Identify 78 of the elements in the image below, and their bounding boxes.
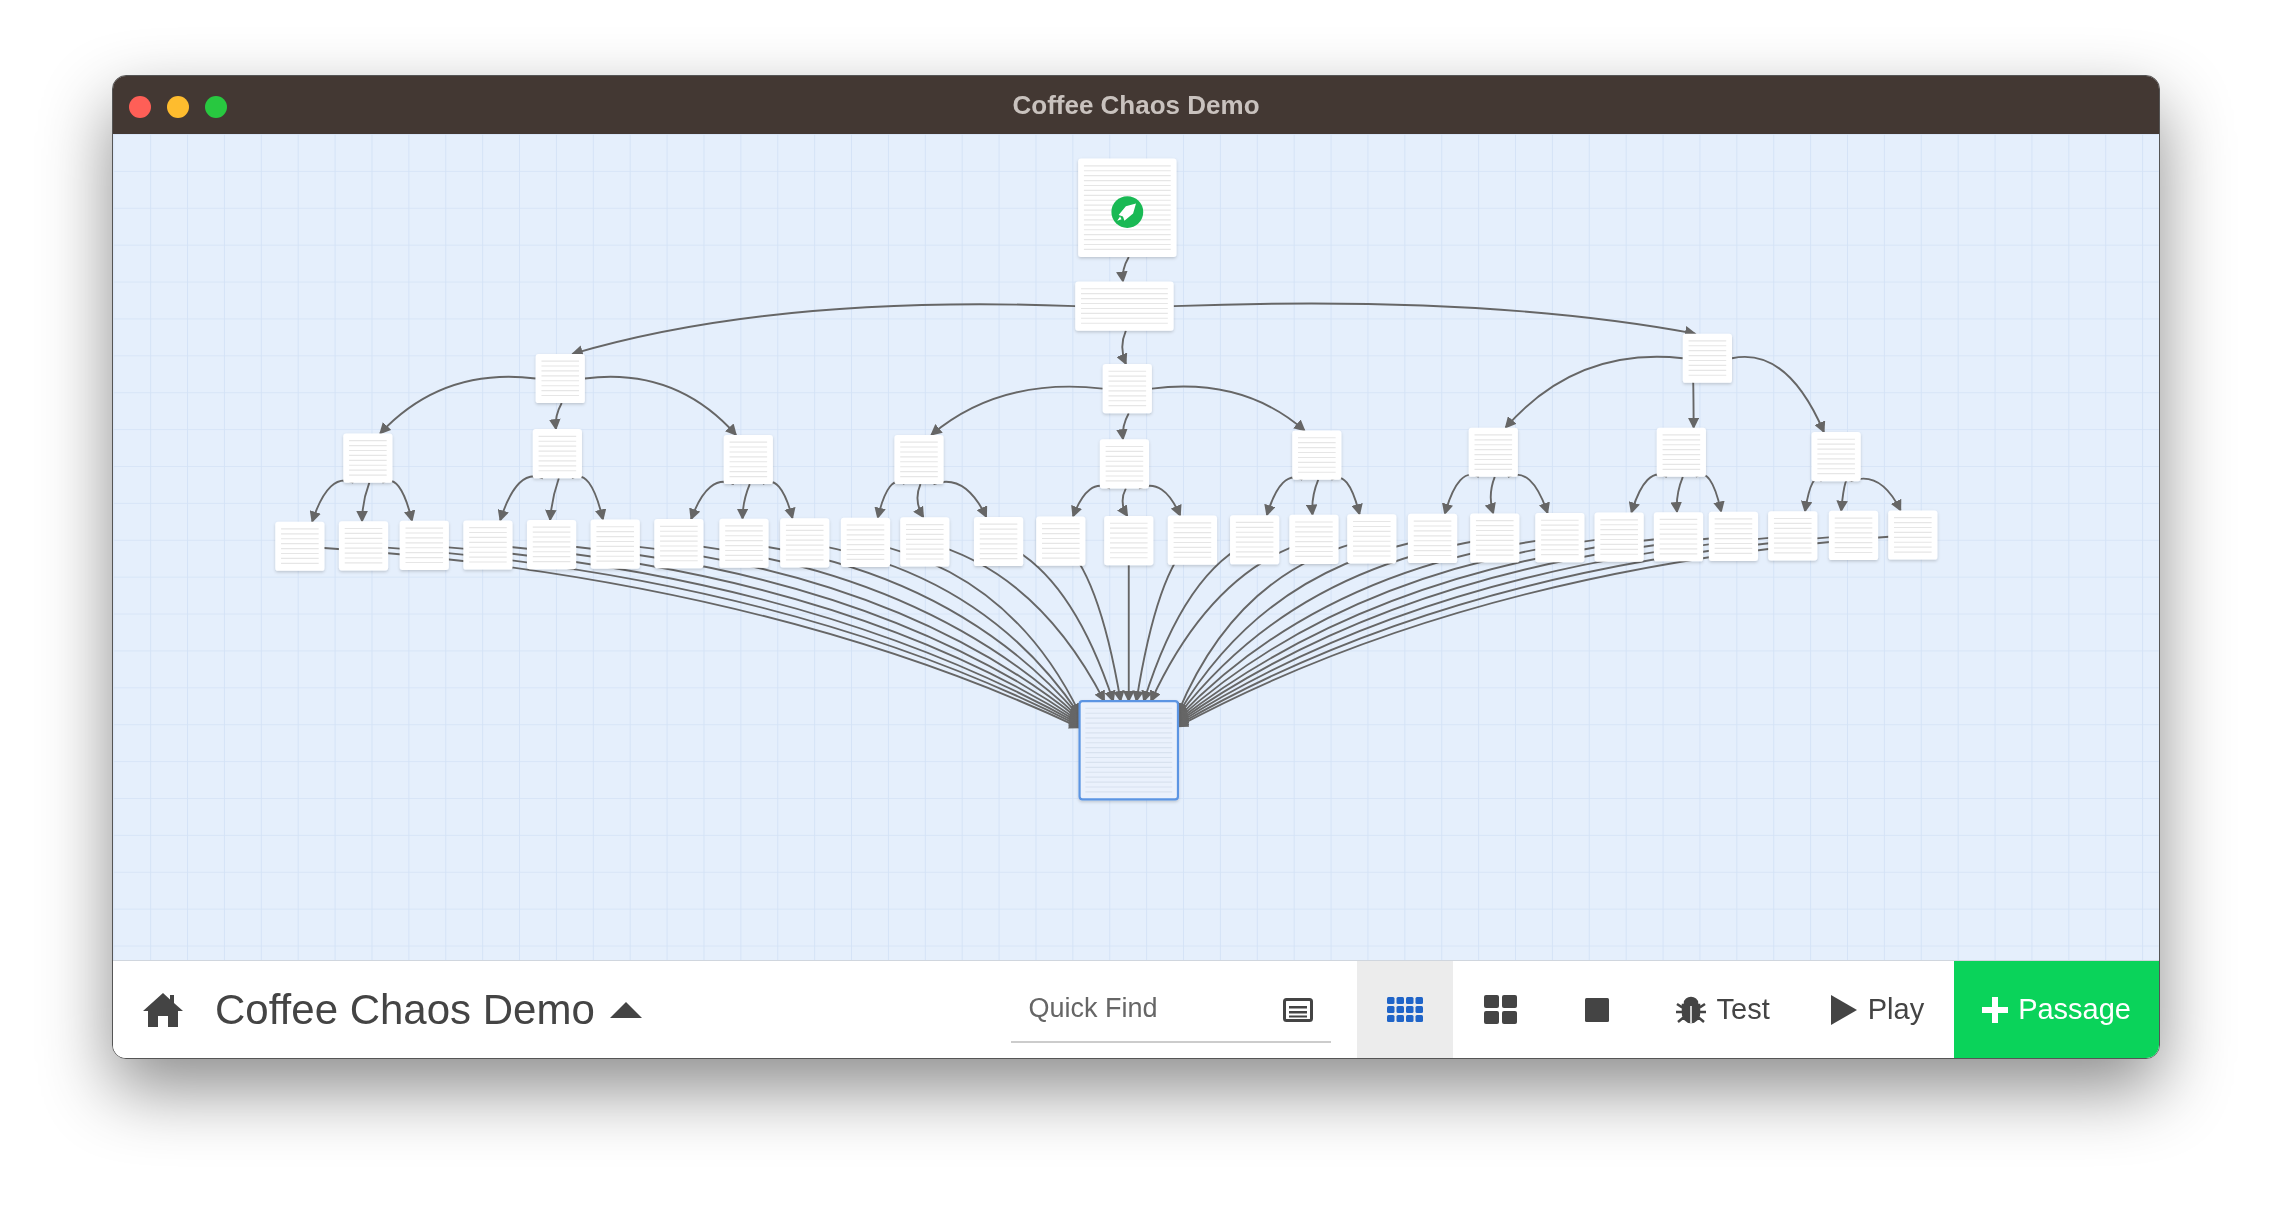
link-arrow bbox=[1694, 473, 1725, 514]
link-arrow bbox=[1306, 478, 1320, 517]
passage-card[interactable] bbox=[1099, 439, 1149, 489]
zoom-large-button[interactable] bbox=[1356, 961, 1453, 1058]
minimize-button[interactable] bbox=[167, 96, 189, 118]
story-title-menu[interactable]: Coffee Chaos Demo bbox=[215, 978, 643, 1041]
link-arrow bbox=[1670, 475, 1684, 514]
passage-card[interactable] bbox=[840, 517, 891, 567]
passage-card[interactable] bbox=[463, 520, 513, 570]
passage-card[interactable] bbox=[527, 519, 577, 570]
passage-card[interactable] bbox=[1682, 333, 1732, 383]
passage-card[interactable] bbox=[1036, 516, 1086, 566]
passage-card[interactable] bbox=[1535, 513, 1585, 563]
passage-card[interactable] bbox=[1078, 158, 1177, 257]
caret-up-icon bbox=[608, 1000, 643, 1019]
passage-card[interactable] bbox=[1292, 430, 1342, 480]
passage-card[interactable] bbox=[723, 434, 773, 485]
passage-card[interactable] bbox=[338, 521, 389, 571]
play-icon bbox=[1829, 993, 1858, 1026]
link-arrow bbox=[1629, 473, 1668, 514]
passage-card[interactable] bbox=[1102, 364, 1152, 414]
passage-card[interactable] bbox=[1811, 432, 1861, 482]
passage-card[interactable] bbox=[1230, 515, 1280, 565]
link-arrow bbox=[1484, 475, 1497, 515]
passage-card[interactable] bbox=[1075, 281, 1174, 331]
passage-card[interactable] bbox=[1468, 427, 1518, 477]
test-button[interactable]: Test bbox=[1644, 961, 1800, 1058]
passage-card[interactable] bbox=[1828, 510, 1879, 560]
passage-card[interactable] bbox=[1078, 699, 1180, 801]
passage-card[interactable] bbox=[1708, 511, 1759, 561]
passage-card[interactable] bbox=[532, 429, 582, 479]
rocket-icon bbox=[1111, 196, 1144, 229]
passage-card[interactable] bbox=[900, 517, 950, 567]
plus-icon bbox=[1982, 996, 2009, 1023]
passage-list-icon[interactable] bbox=[1282, 997, 1313, 1022]
close-button[interactable] bbox=[129, 96, 151, 118]
passage-card[interactable] bbox=[1470, 513, 1520, 563]
link-arrow bbox=[1071, 484, 1111, 518]
link-arrow bbox=[1116, 329, 1128, 366]
passage-card[interactable] bbox=[275, 521, 325, 571]
passage-card[interactable] bbox=[1104, 516, 1154, 566]
link-arrow bbox=[913, 483, 925, 519]
quick-find-field[interactable]: Quick Find bbox=[1010, 976, 1331, 1043]
link-arrow bbox=[570, 475, 607, 521]
passage-card[interactable] bbox=[1768, 511, 1818, 561]
passage-card[interactable] bbox=[1167, 515, 1217, 565]
link-arrow bbox=[932, 480, 988, 519]
passage-card[interactable] bbox=[343, 433, 393, 483]
grid-icon bbox=[1386, 997, 1423, 1022]
passage-card[interactable] bbox=[894, 434, 944, 485]
passage-card[interactable] bbox=[535, 353, 585, 404]
passage-card[interactable] bbox=[654, 519, 704, 569]
passage-card[interactable] bbox=[1347, 514, 1397, 564]
passage-card[interactable] bbox=[1594, 512, 1644, 562]
passage-card[interactable] bbox=[1656, 427, 1706, 477]
passage-card[interactable] bbox=[780, 518, 830, 568]
maximize-button[interactable] bbox=[205, 96, 227, 118]
passage-card[interactable] bbox=[399, 520, 449, 570]
passage-card[interactable] bbox=[1407, 513, 1458, 564]
passage-card[interactable] bbox=[590, 519, 640, 569]
play-button[interactable]: Play bbox=[1799, 961, 1955, 1058]
square-icon bbox=[1584, 997, 1609, 1022]
passage-card[interactable] bbox=[719, 518, 769, 568]
home-icon[interactable] bbox=[141, 990, 185, 1029]
link-arrow bbox=[1137, 484, 1182, 517]
four-squares-icon bbox=[1484, 995, 1518, 1024]
window-title: Coffee Chaos Demo bbox=[1012, 88, 1260, 122]
link-arrow bbox=[1506, 473, 1550, 515]
link-arrow bbox=[1116, 256, 1130, 283]
passage-card[interactable] bbox=[1289, 514, 1339, 564]
passage-card[interactable] bbox=[1653, 512, 1704, 562]
passage-card[interactable] bbox=[974, 516, 1024, 567]
passage-card[interactable] bbox=[1888, 510, 1938, 560]
link-arrow bbox=[874, 480, 906, 520]
link-arrow bbox=[1116, 412, 1130, 441]
link-arrow bbox=[549, 402, 563, 431]
link-arrow bbox=[1117, 487, 1129, 518]
link-arrow bbox=[761, 480, 796, 520]
